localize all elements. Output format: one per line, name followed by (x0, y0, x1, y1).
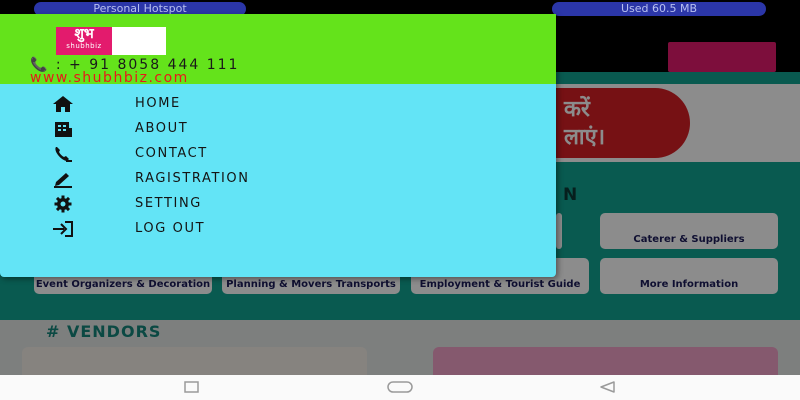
data-usage-pill: Used 60.5 MB (552, 2, 766, 16)
gear-icon (54, 195, 72, 213)
menu-item-home[interactable]: HOME (0, 92, 556, 117)
brand-logo: शुभ shubhbiz (56, 27, 166, 55)
pen-icon (54, 173, 72, 188)
logout-icon (53, 221, 73, 237)
back-icon[interactable] (598, 380, 618, 394)
menu-item-contact[interactable]: CONTACT (0, 142, 556, 167)
menu-item-label: CONTACT (135, 146, 208, 161)
recents-icon[interactable] (182, 380, 202, 394)
menu-item-label: ABOUT (135, 121, 189, 136)
home-icon (53, 96, 73, 112)
building-icon (55, 122, 72, 137)
logo-glyph: शुभ (74, 26, 94, 42)
logo-brand-text: shubhbiz (66, 42, 102, 50)
home-button-icon[interactable] (385, 380, 415, 394)
logo-mark: शुभ shubhbiz (56, 27, 112, 55)
menu-item-label: SETTING (135, 196, 202, 211)
navigation-drawer: शुभ shubhbiz 📞 : + 91 8058 444 111 www.s… (0, 14, 556, 277)
menu-item-label: HOME (135, 96, 181, 111)
menu-item-label: LOG OUT (135, 221, 206, 236)
website-link[interactable]: www.shubhbiz.com (30, 70, 189, 86)
drawer-header: शुभ shubhbiz 📞 : + 91 8058 444 111 www.s… (0, 14, 556, 86)
menu-item-label: RAGISTRATION (135, 171, 250, 186)
menu-item-registration[interactable]: RAGISTRATION (0, 167, 556, 192)
menu-item-logout[interactable]: LOG OUT (0, 217, 556, 242)
system-nav-bar (0, 375, 800, 400)
menu-item-setting[interactable]: SETTING (0, 192, 556, 217)
phone-icon (55, 147, 72, 162)
menu-item-about[interactable]: ABOUT (0, 117, 556, 142)
